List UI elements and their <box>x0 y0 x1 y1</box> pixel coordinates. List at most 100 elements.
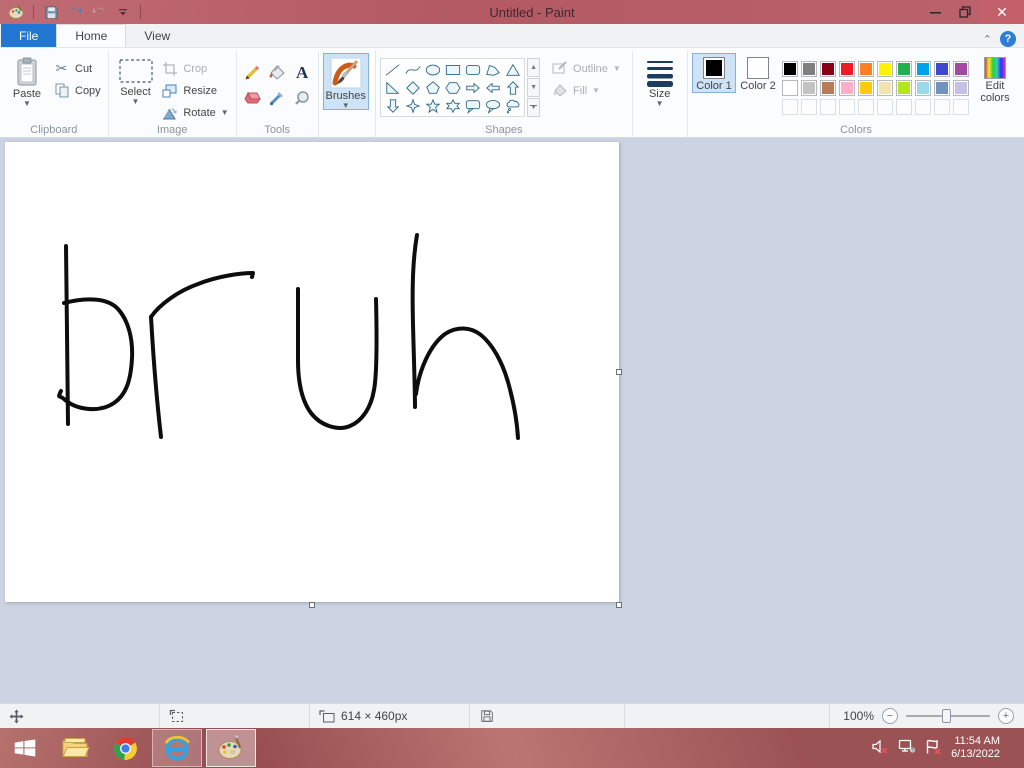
shape-down-arrow-icon[interactable] <box>383 97 402 114</box>
shape-oval-callout-icon[interactable] <box>483 97 502 114</box>
shape-pentagon-icon[interactable] <box>423 79 442 96</box>
start-button[interactable] <box>0 728 50 768</box>
shape-left-arrow-icon[interactable] <box>483 79 502 96</box>
tab-home[interactable]: Home <box>56 24 127 47</box>
palette-empty-slot[interactable] <box>932 97 951 116</box>
undo-icon[interactable] <box>65 2 85 22</box>
canvas-resize-handle-right[interactable] <box>616 369 622 375</box>
palette-empty-slot[interactable] <box>818 97 837 116</box>
magnifier-icon[interactable] <box>291 86 314 109</box>
zoom-out-icon[interactable]: − <box>882 708 898 724</box>
palette-color-ffc90e[interactable] <box>856 78 875 97</box>
shape-curve-icon[interactable] <box>403 61 422 78</box>
fill-bucket-icon[interactable] <box>266 61 289 84</box>
statusbar: 614 × 460px 100% − + <box>0 703 1024 728</box>
palette-empty-slot[interactable] <box>856 97 875 116</box>
shape-cloud-callout-icon[interactable] <box>503 97 522 114</box>
palette-color-ff7f27[interactable] <box>856 59 875 78</box>
select-button[interactable]: Select ▼ <box>113 53 159 106</box>
palette-color-a349a4[interactable] <box>951 59 970 78</box>
shapes-more-icon[interactable]: ▼ <box>527 98 541 117</box>
palette-color-00a2e8[interactable] <box>913 59 932 78</box>
palette-color-99d9ea[interactable] <box>913 78 932 97</box>
eyedropper-icon[interactable] <box>266 86 289 109</box>
canvas-resize-handle-bottom[interactable] <box>309 602 315 608</box>
tab-file[interactable]: File <box>1 24 57 47</box>
shapes-scroll-down-icon[interactable]: ▼ <box>527 78 541 97</box>
cut-button[interactable]: ✂ Cut <box>50 59 104 78</box>
zoom-slider-thumb[interactable] <box>942 709 951 723</box>
palette-empty-slot[interactable] <box>837 97 856 116</box>
shapes-scroll-up-icon[interactable]: ▲ <box>527 58 541 77</box>
palette-empty-slot[interactable] <box>799 97 818 116</box>
taskbar-clock[interactable]: 11:54 AM 6/13/2022 <box>951 735 1004 761</box>
palette-color-7f7f7f[interactable] <box>799 59 818 78</box>
palette-color-880015[interactable] <box>818 59 837 78</box>
volume-muted-icon[interactable] <box>872 739 889 757</box>
shape-rounded-callout-icon[interactable] <box>463 97 482 114</box>
shape-polygon-icon[interactable] <box>483 61 502 78</box>
palette-color-fff200[interactable] <box>875 59 894 78</box>
palette-color-c3c3c3[interactable] <box>799 78 818 97</box>
drawing-canvas[interactable] <box>5 142 619 602</box>
shape-up-arrow-icon[interactable] <box>503 79 522 96</box>
tab-view[interactable]: View <box>126 24 188 47</box>
palette-color-000000[interactable] <box>780 59 799 78</box>
palette-color-7092be[interactable] <box>932 78 951 97</box>
palette-color-c8bfe7[interactable] <box>951 78 970 97</box>
zoom-in-icon[interactable]: + <box>998 708 1014 724</box>
palette-empty-slot[interactable] <box>894 97 913 116</box>
shape-right-triangle-icon[interactable] <box>383 79 402 96</box>
brushes-button[interactable]: Brushes ▼ <box>322 53 369 110</box>
shape-five-point-star-icon[interactable] <box>423 97 442 114</box>
pencil-icon[interactable] <box>241 61 264 84</box>
rotate-button[interactable]: Rotate ▼ <box>158 103 231 122</box>
text-icon[interactable]: A <box>291 61 314 84</box>
palette-color-b97a57[interactable] <box>818 78 837 97</box>
paste-button[interactable]: Paste ▼ <box>4 53 50 108</box>
shape-hexagon-icon[interactable] <box>443 79 462 96</box>
palette-color-efe4b0[interactable] <box>875 78 894 97</box>
shape-diamond-icon[interactable] <box>403 79 422 96</box>
canvas-resize-handle-corner[interactable] <box>616 602 622 608</box>
palette-color-ffaec9[interactable] <box>837 78 856 97</box>
copy-button[interactable]: Copy <box>50 81 104 100</box>
shape-six-point-star-icon[interactable] <box>443 97 462 114</box>
save-icon[interactable] <box>41 2 61 22</box>
palette-color-b5e61d[interactable] <box>894 78 913 97</box>
taskbar-internet-explorer-icon[interactable] <box>152 729 202 767</box>
action-center-flag-icon[interactable] <box>925 739 942 758</box>
shape-rounded-rectangle-icon[interactable] <box>463 61 482 78</box>
qat-dropdown-icon[interactable] <box>113 2 133 22</box>
edit-colors-button[interactable]: Edit colors <box>970 53 1020 105</box>
size-button[interactable]: Size ▼ <box>637 53 683 108</box>
zoom-slider[interactable] <box>906 709 990 723</box>
shape-four-point-star-icon[interactable] <box>403 97 422 114</box>
color2-button[interactable]: Color 2 <box>736 53 780 93</box>
minimize-ribbon-icon[interactable]: ⌃ <box>983 33 992 46</box>
palette-color-ffffff[interactable] <box>780 78 799 97</box>
shape-triangle-icon[interactable] <box>503 61 522 78</box>
network-icon[interactable]: ? <box>898 739 916 757</box>
palette-empty-slot[interactable] <box>951 97 970 116</box>
taskbar-file-explorer-icon[interactable] <box>50 728 100 768</box>
palette-color-22b14c[interactable] <box>894 59 913 78</box>
palette-color-ed1c24[interactable] <box>837 59 856 78</box>
palette-empty-slot[interactable] <box>913 97 932 116</box>
shape-line-icon[interactable] <box>383 61 402 78</box>
shape-rectangle-icon[interactable] <box>443 61 462 78</box>
eraser-icon[interactable] <box>241 86 264 109</box>
taskbar-paint-icon[interactable] <box>206 729 256 767</box>
shape-oval-icon[interactable] <box>423 61 442 78</box>
close-button[interactable]: ✕ <box>980 0 1024 24</box>
help-icon[interactable]: ? <box>1000 31 1016 47</box>
resize-button[interactable]: Resize <box>158 81 231 100</box>
palette-color-3f48cc[interactable] <box>932 59 951 78</box>
palette-empty-slot[interactable] <box>875 97 894 116</box>
taskbar-chrome-icon[interactable] <box>100 728 150 768</box>
shape-right-arrow-icon[interactable] <box>463 79 482 96</box>
color1-button[interactable]: Color 1 <box>692 53 736 93</box>
minimize-button[interactable] <box>920 0 950 24</box>
palette-empty-slot[interactable] <box>780 97 799 116</box>
restore-button[interactable] <box>950 0 980 24</box>
